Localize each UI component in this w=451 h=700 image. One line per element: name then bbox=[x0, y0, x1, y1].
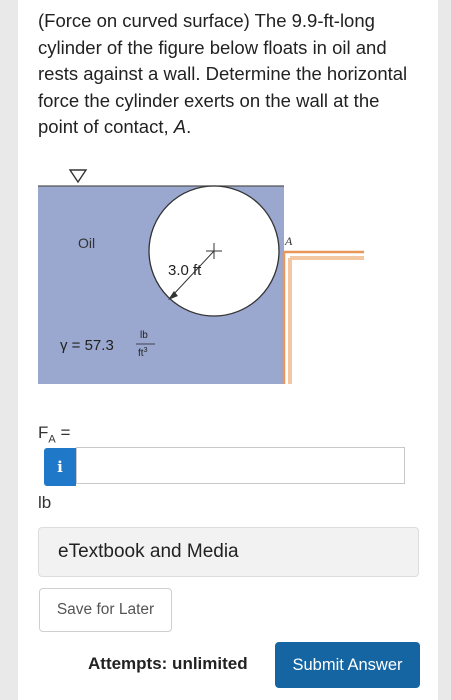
gamma-label: γ = 57.3 bbox=[60, 337, 114, 354]
question-body: (Force on curved surface) The 9.9-ft-lon… bbox=[38, 10, 408, 137]
question-text: (Force on curved surface) The 9.9-ft-lon… bbox=[38, 8, 418, 141]
free-surface-triangle-icon bbox=[68, 169, 88, 184]
cylinder-figure: Oil 3.0 ft A γ = 57.3 lb ft3 bbox=[38, 169, 368, 388]
answer-unit: lb bbox=[38, 493, 52, 512]
radius-label: 3.0 ft bbox=[168, 262, 202, 279]
fa-label: FA = bbox=[38, 423, 71, 446]
submit-answer-button[interactable]: Submit Answer bbox=[275, 642, 420, 688]
save-for-later-button[interactable]: Save for Later bbox=[39, 588, 172, 632]
oil-label: Oil bbox=[78, 235, 95, 251]
answer-input[interactable] bbox=[76, 447, 405, 484]
gamma-unit-numerator: lb bbox=[140, 330, 148, 341]
wall-body bbox=[286, 254, 368, 388]
etextbook-media-button[interactable]: eTextbook and Media bbox=[38, 527, 419, 577]
attempts-label: Attempts: unlimited bbox=[88, 654, 248, 673]
info-icon[interactable]: i bbox=[44, 448, 76, 486]
question-period: . bbox=[186, 116, 192, 137]
question-point-var: A bbox=[173, 116, 187, 137]
point-a-label: A bbox=[284, 234, 293, 248]
